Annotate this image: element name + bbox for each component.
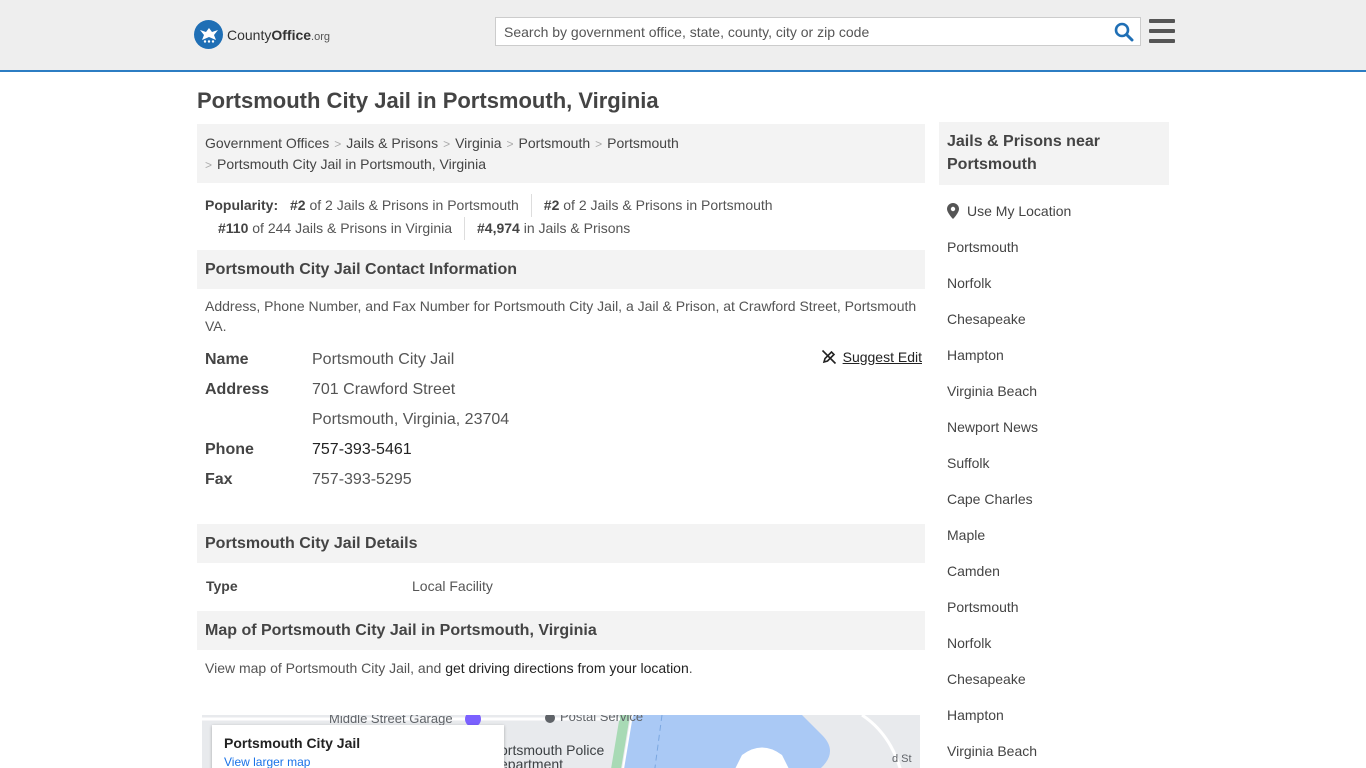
sidebar-item-maple[interactable]: Maple — [939, 517, 1169, 553]
sidebar-heading: Jails & Prisons near Portsmouth — [939, 122, 1169, 185]
info-row-fax: Fax 757-393-5295 — [205, 471, 412, 488]
address-line1: 701 Crawford Street — [312, 381, 456, 398]
search-bar — [495, 17, 1141, 46]
popularity-item: #4,974 in Jails & Prisons — [464, 217, 642, 240]
info-row-address: Address 701 Crawford Street — [205, 381, 456, 398]
sidebar-item-cape-charles[interactable]: Cape Charles — [939, 481, 1169, 517]
nearby-list: Use My Location Portsmouth Norfolk Chesa… — [939, 193, 1169, 768]
main-content: Government Offices > Jails & Prisons > Virgi… — [197, 124, 925, 676]
details-heading: Portsmouth City Jail Details — [197, 524, 925, 563]
page-title: Portsmouth City Jail in Portsmouth, Virg… — [197, 88, 659, 113]
details-row-type: Type Local Facility — [206, 578, 493, 594]
facility-name: Portsmouth City Jail — [312, 351, 455, 368]
breadcrumb-virginia[interactable]: Virginia — [455, 135, 501, 151]
breadcrumb-portsmouth-county[interactable]: Portsmouth — [519, 135, 591, 151]
popularity-label: Popularity: — [205, 197, 279, 213]
suggest-edit-link[interactable]: Suggest Edit — [821, 349, 922, 365]
info-row-address-2: Portsmouth, Virginia, 23704 — [205, 405, 917, 435]
popularity-rankings: Popularity: #2 of 2 Jails & Prisons in P… — [197, 194, 925, 240]
logo-text: CountyOffice.org — [227, 26, 331, 43]
search-input[interactable] — [496, 18, 1108, 45]
breadcrumb-jails-prisons[interactable]: Jails & Prisons — [346, 135, 438, 151]
map-label-police-2: epartment — [500, 756, 564, 768]
driving-directions-link[interactable]: get driving directions from your locatio… — [445, 660, 689, 676]
map-heading: Map of Portsmouth City Jail in Portsmout… — [197, 611, 925, 650]
view-larger-map-link[interactable]: View larger map — [224, 755, 492, 768]
search-button[interactable] — [1108, 18, 1140, 45]
info-row-name: Name Portsmouth City Jail — [205, 351, 455, 368]
popularity-item: #2 of 2 Jails & Prisons in Portsmouth — [530, 194, 785, 217]
info-row-phone: Phone 757-393-5461 — [205, 441, 412, 458]
sidebar-item-hampton[interactable]: Hampton — [939, 337, 1169, 373]
map-description: View map of Portsmouth City Jail, and ge… — [205, 660, 693, 676]
breadcrumb-current: Portsmouth City Jail in Portsmouth, Virg… — [217, 156, 486, 172]
breadcrumb-government-offices[interactable]: Government Offices — [205, 135, 329, 151]
map-label-postal: Postal Service — [560, 715, 644, 724]
chevron-right-icon: > — [506, 137, 514, 151]
hamburger-menu-icon[interactable] — [1149, 19, 1175, 43]
sidebar-item-chesapeake-2[interactable]: Chesapeake — [939, 661, 1169, 697]
fax-number: 757-393-5295 — [312, 471, 412, 488]
chevron-right-icon: > — [595, 137, 603, 151]
edit-off-icon — [821, 349, 836, 365]
sidebar-item-camden[interactable]: Camden — [939, 553, 1169, 589]
location-pin-icon — [947, 203, 959, 219]
facility-type: Local Facility — [412, 578, 493, 594]
chevron-right-icon: > — [443, 137, 451, 151]
sidebar-item-portsmouth[interactable]: Portsmouth — [939, 229, 1169, 265]
map-info-card: Portsmouth City Jail View larger map — [212, 725, 504, 768]
popularity-item: #2 of 2 Jails & Prisons in Portsmouth — [290, 197, 519, 213]
embedded-map[interactable]: Middle Street Garage Postal Service orts… — [202, 715, 920, 768]
use-my-location-link[interactable]: Use My Location — [967, 203, 1071, 219]
sidebar-item-norfolk-2[interactable]: Norfolk — [939, 625, 1169, 661]
sidebar-item-portsmouth-2[interactable]: Portsmouth — [939, 589, 1169, 625]
sidebar-item-newport-news[interactable]: Newport News — [939, 409, 1169, 445]
popularity-item: #110 of 244 Jails & Prisons in Virginia — [218, 220, 452, 236]
site-logo[interactable]: CountyOffice.org — [194, 20, 330, 49]
contact-description: Address, Phone Number, and Fax Number fo… — [205, 298, 917, 334]
map-card-title: Portsmouth City Jail — [224, 735, 361, 751]
sidebar-item-suffolk[interactable]: Suffolk — [939, 445, 1169, 481]
breadcrumb: Government Offices > Jails & Prisons > Virgi… — [197, 124, 925, 183]
eagle-seal-icon — [194, 20, 223, 49]
top-header: CountyOffice.org — [0, 0, 1366, 72]
sidebar-item-virginia-beach[interactable]: Virginia Beach — [939, 373, 1169, 409]
sidebar-item-chesapeake[interactable]: Chesapeake — [939, 301, 1169, 337]
contact-heading: Portsmouth City Jail Contact Information — [197, 250, 925, 289]
use-location-item[interactable]: Use My Location — [939, 193, 1169, 229]
map-label-street: d St — [892, 753, 912, 765]
sidebar-item-hampton-2[interactable]: Hampton — [939, 697, 1169, 733]
chevron-right-icon: > — [334, 137, 342, 151]
contact-info: Suggest Edit Name Portsmouth City Jail A… — [197, 345, 925, 495]
sidebar-nearby: Jails & Prisons near Portsmouth Use My L… — [939, 122, 1169, 768]
phone-link[interactable]: 757-393-5461 — [312, 441, 412, 458]
search-icon — [1114, 22, 1134, 41]
chevron-right-icon: > — [205, 158, 213, 172]
address-line2: Portsmouth, Virginia, 23704 — [312, 411, 510, 428]
sidebar-item-virginia-beach-2[interactable]: Virginia Beach — [939, 733, 1169, 768]
sidebar-item-norfolk[interactable]: Norfolk — [939, 265, 1169, 301]
breadcrumb-portsmouth-city[interactable]: Portsmouth — [607, 135, 679, 151]
